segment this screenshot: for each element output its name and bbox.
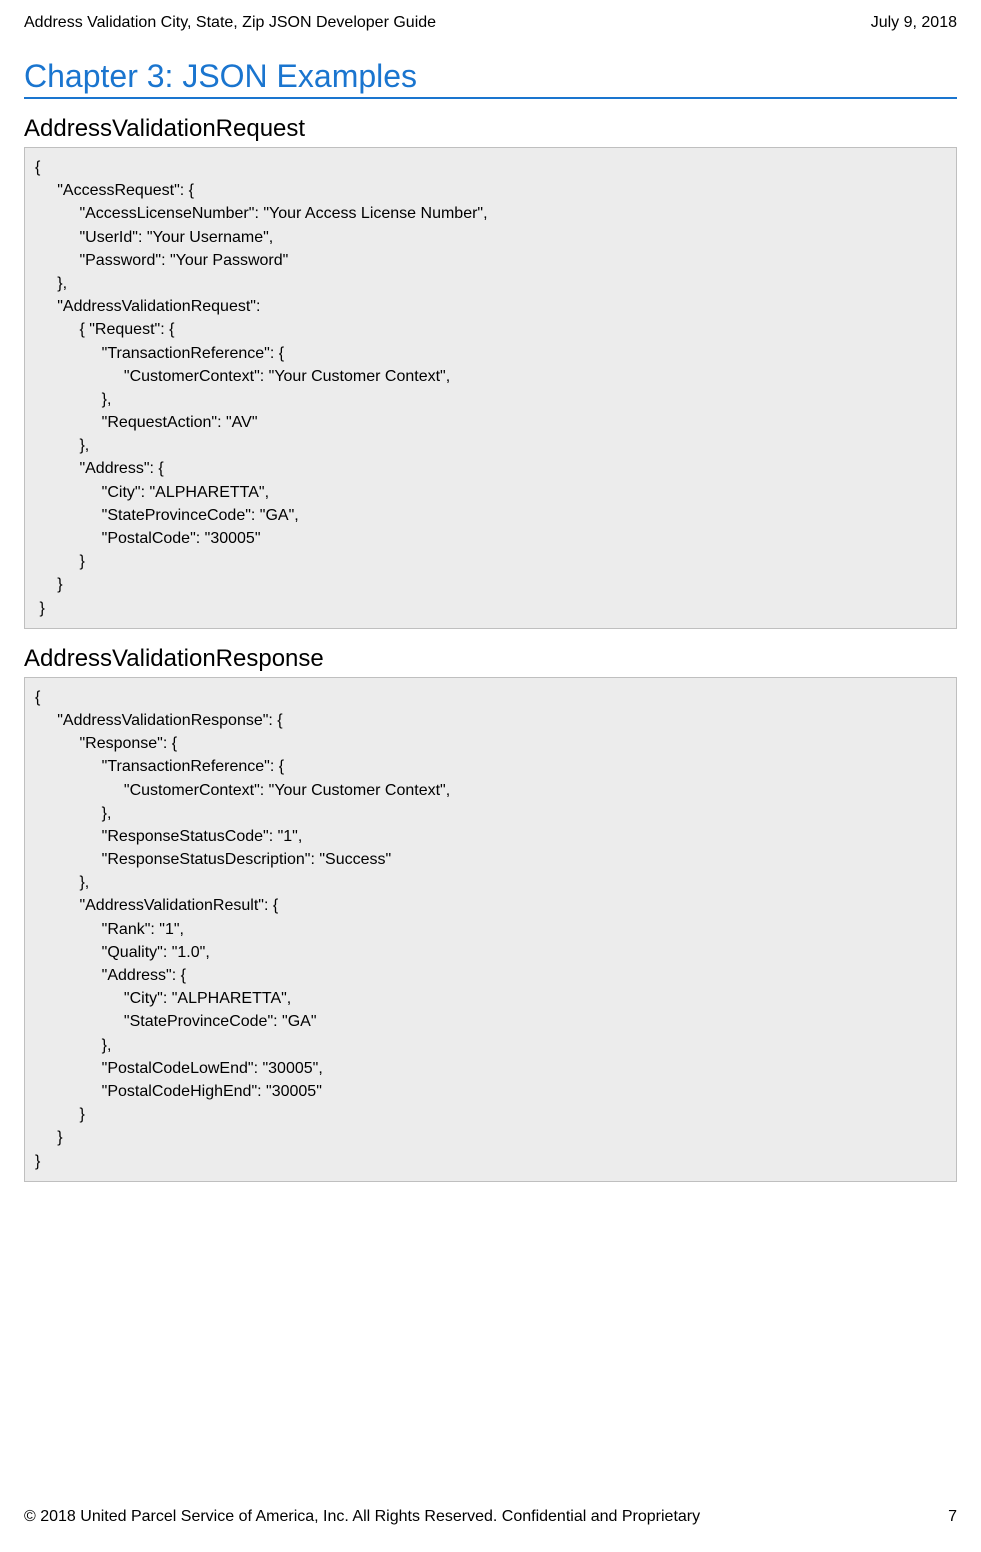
section-title-request: AddressValidationRequest [24, 115, 957, 143]
footer-page-number: 7 [948, 1508, 957, 1526]
chapter-title: Chapter 3: JSON Examples [24, 58, 957, 99]
code-block-request: { "AccessRequest": { "AccessLicenseNumbe… [24, 147, 957, 629]
page-header: Address Validation City, State, Zip JSON… [24, 14, 957, 32]
page-footer: © 2018 United Parcel Service of America,… [24, 1508, 957, 1526]
code-block-response: { "AddressValidationResponse": { "Respon… [24, 677, 957, 1182]
footer-left: © 2018 United Parcel Service of America,… [24, 1508, 700, 1526]
page-container: Address Validation City, State, Zip JSON… [0, 0, 981, 1552]
section-title-response: AddressValidationResponse [24, 645, 957, 673]
header-right: July 9, 2018 [871, 14, 957, 32]
header-left: Address Validation City, State, Zip JSON… [24, 14, 436, 32]
